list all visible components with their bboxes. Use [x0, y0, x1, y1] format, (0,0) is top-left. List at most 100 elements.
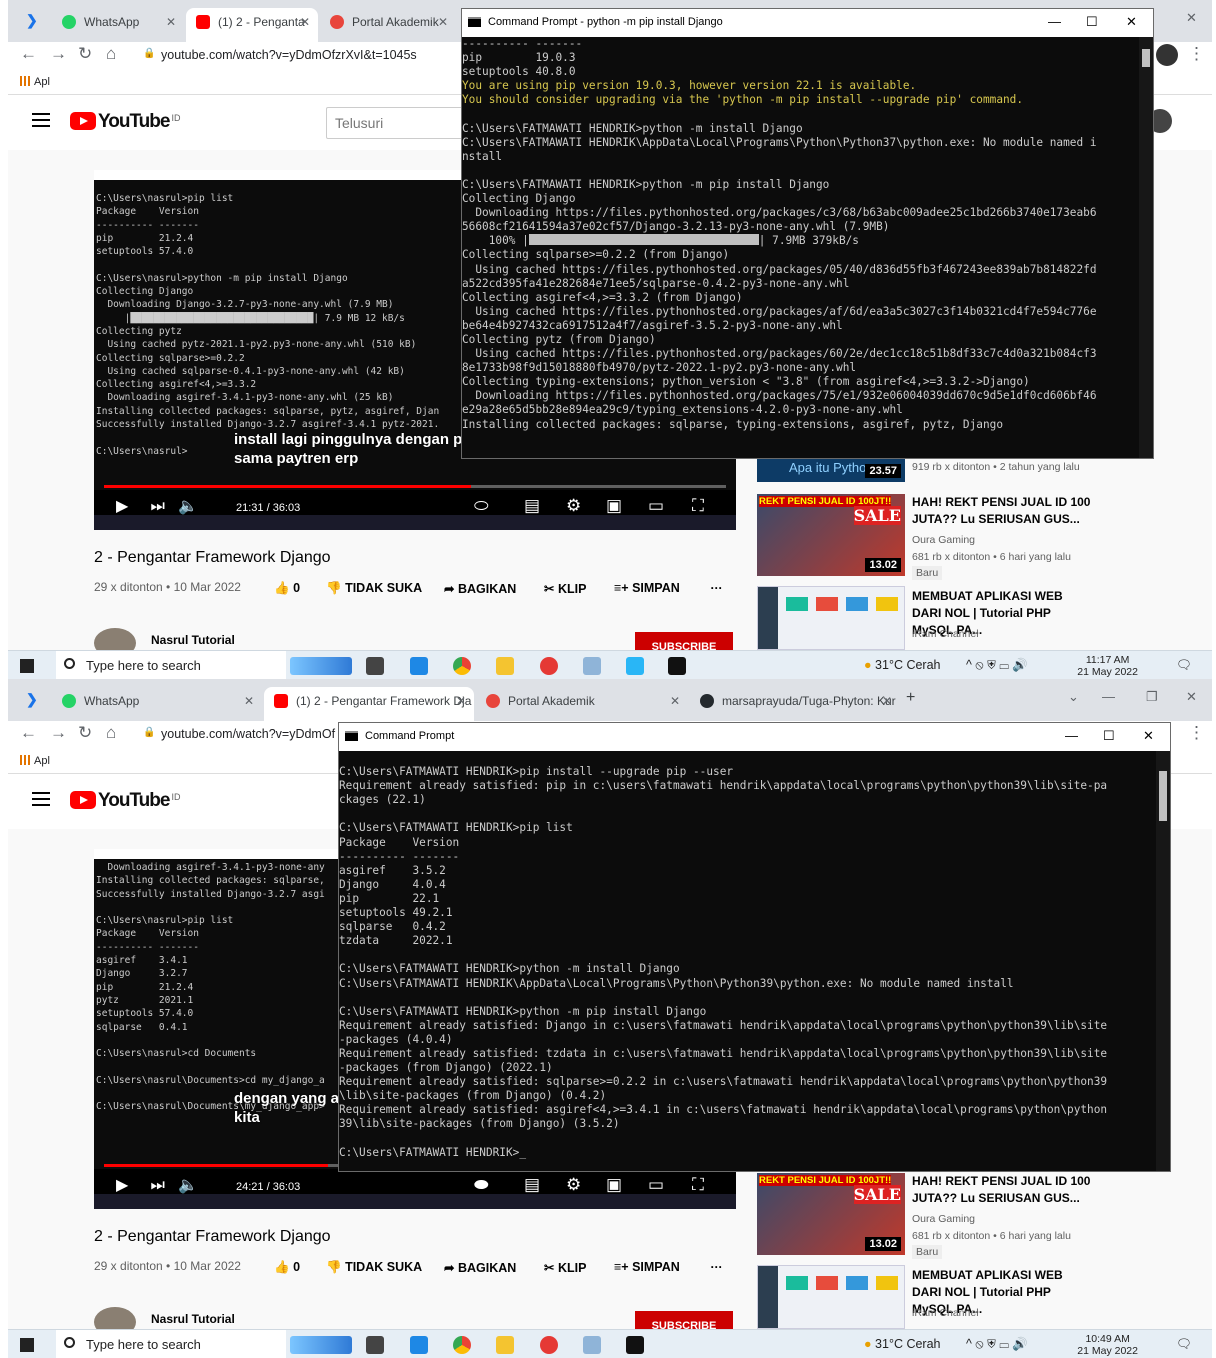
rec-thumbnail[interactable]: [757, 1265, 905, 1329]
clip-button[interactable]: ✂ KLIP: [544, 581, 586, 596]
notification-icon[interactable]: 🗨: [1176, 651, 1192, 679]
hamburger-menu-icon[interactable]: [32, 792, 50, 806]
save-button[interactable]: ≡+ SIMPAN: [614, 1260, 680, 1274]
captions-icon[interactable]: ▤: [524, 1175, 540, 1195]
youtube-logo[interactable]: YouTube ID: [70, 111, 180, 133]
scrollbar-thumb[interactable]: [1159, 771, 1167, 821]
command-prompt-window[interactable]: Command Prompt — ☐ ✕ C:\Users\FATMAWATI …: [338, 722, 1171, 1172]
taskbar-clock[interactable]: 10:49 AM 21 May 2022: [1077, 1333, 1138, 1357]
dislike-button[interactable]: 👎 TIDAK SUKA: [326, 581, 422, 596]
tab-portal[interactable]: Portal Akademik ✕: [320, 8, 456, 42]
reload-icon[interactable]: ↻: [78, 44, 92, 64]
autoplay-toggle[interactable]: ⬬: [474, 1175, 489, 1195]
tab-whatsapp[interactable]: WhatsApp ✕: [52, 8, 184, 42]
next-icon[interactable]: ⏭: [151, 498, 165, 515]
fullscreen-icon[interactable]: ⛶: [692, 1175, 704, 1195]
autoplay-toggle[interactable]: ⬭: [474, 496, 489, 516]
file-explorer-icon[interactable]: [496, 657, 514, 675]
taskbar-search[interactable]: Type here to search: [56, 651, 286, 679]
forward-icon[interactable]: →: [50, 723, 67, 743]
close-icon[interactable]: ✕: [1126, 9, 1137, 35]
minimize-icon[interactable]: —: [1048, 9, 1061, 35]
maximize-icon[interactable]: ☐: [1103, 723, 1115, 749]
tab-search-icon[interactable]: ❯: [26, 12, 38, 29]
miniplayer-icon[interactable]: ▣: [606, 1175, 622, 1195]
tab-youtube[interactable]: (1) 2 - Pengantar Framework Dja ✕: [264, 687, 474, 721]
cmd-scrollbar[interactable]: [1156, 751, 1170, 1171]
tab-youtube[interactable]: (1) 2 - Penganta ✕: [186, 8, 318, 42]
restore-icon[interactable]: ❐: [1146, 689, 1158, 705]
address-bar[interactable]: youtube.com/watch?v=yDdmOfzrXvI&t=1045s: [161, 43, 461, 67]
maximize-icon[interactable]: ☐: [1086, 9, 1098, 35]
notification-icon[interactable]: 🗨: [1176, 1330, 1192, 1358]
task-view-icon[interactable]: [366, 657, 384, 675]
cmd-scrollbar[interactable]: [1139, 37, 1153, 458]
video-progress-bar[interactable]: [104, 485, 726, 488]
tray-icons[interactable]: ^ ⦸ ⛨ ▭ 🔊: [966, 651, 1028, 679]
task-view-icon[interactable]: [366, 1336, 384, 1354]
menu-icon[interactable]: ⋮: [1188, 44, 1205, 64]
app-icon[interactable]: [583, 657, 601, 675]
scrollbar-thumb[interactable]: [1142, 49, 1150, 67]
settings-icon[interactable]: ⚙: [566, 496, 581, 516]
close-icon[interactable]: ✕: [244, 687, 254, 715]
cmd-taskbar-icon[interactable]: [668, 657, 686, 675]
clip-button[interactable]: ✂ KLIP: [544, 1260, 586, 1275]
rec-title[interactable]: HAH! REKT PENSI JUAL ID 100 JUTA?? Lu SE…: [912, 494, 1092, 528]
more-actions-icon[interactable]: …: [710, 1257, 723, 1271]
chrome-alt-icon[interactable]: [540, 657, 558, 675]
close-icon[interactable]: ✕: [1143, 723, 1154, 749]
rec-thumbnail[interactable]: REKT PENSI JUAL ID 100JT!! SALE 13.02: [757, 1173, 905, 1255]
close-icon[interactable]: ✕: [456, 687, 466, 715]
rec-title[interactable]: HAH! REKT PENSI JUAL ID 100 JUTA?? Lu SE…: [912, 1173, 1092, 1207]
reload-icon[interactable]: ↻: [78, 723, 92, 743]
taskbar-weather-widget[interactable]: [290, 1336, 352, 1354]
home-icon[interactable]: ⌂: [106, 44, 116, 64]
rec-thumbnail[interactable]: Apa itu Python 23.57: [757, 456, 905, 482]
rec-channel[interactable]: iRam Channel: [912, 628, 979, 640]
app-icon[interactable]: [626, 657, 644, 675]
home-icon[interactable]: ⌂: [106, 723, 116, 743]
dislike-button[interactable]: 👎 TIDAK SUKA: [326, 1260, 422, 1275]
tab-github[interactable]: marsaprayuda/Tuga-Phyton: Kur ✕: [690, 687, 900, 721]
profile-avatar[interactable]: [1156, 44, 1178, 66]
minimize-icon[interactable]: —: [1102, 689, 1115, 704]
weather-text[interactable]: ● 31°C Cerah: [864, 651, 941, 679]
file-explorer-icon[interactable]: [496, 1336, 514, 1354]
mail-icon[interactable]: [410, 657, 428, 675]
settings-icon[interactable]: ⚙: [566, 1175, 581, 1195]
taskbar-weather-widget[interactable]: [290, 657, 352, 675]
forward-icon[interactable]: →: [50, 44, 67, 64]
next-icon[interactable]: ⏭: [151, 1177, 165, 1194]
share-button[interactable]: ➦ BAGIKAN: [444, 581, 516, 596]
like-button[interactable]: 👍 0: [274, 1260, 300, 1275]
close-icon[interactable]: ✕: [300, 8, 310, 36]
tab-search-icon[interactable]: ❯: [26, 691, 38, 708]
mail-icon[interactable]: [410, 1336, 428, 1354]
like-button[interactable]: 👍 0: [274, 581, 300, 596]
miniplayer-icon[interactable]: ▣: [606, 496, 622, 516]
search-input[interactable]: Telusuri: [326, 107, 476, 139]
more-actions-icon[interactable]: …: [710, 578, 723, 592]
back-icon[interactable]: ←: [20, 723, 37, 743]
hamburger-menu-icon[interactable]: [32, 113, 50, 127]
menu-icon[interactable]: ⋮: [1188, 723, 1205, 743]
close-window-icon[interactable]: ✕: [1186, 689, 1197, 705]
volume-icon[interactable]: 🔈: [178, 1177, 198, 1194]
taskbar-search[interactable]: Type here to search: [56, 1330, 286, 1358]
share-button[interactable]: ➦ BAGIKAN: [444, 1260, 516, 1275]
chrome-icon[interactable]: [453, 1336, 471, 1354]
apps-icon[interactable]: [20, 755, 30, 765]
windows-start-icon[interactable]: [20, 659, 34, 673]
channel-name[interactable]: Nasrul Tutorial: [151, 1312, 235, 1326]
tray-icons[interactable]: ^ ⦸ ⛨ ▭ 🔊: [966, 1330, 1028, 1358]
rec-channel[interactable]: iRam Channel: [912, 1307, 979, 1319]
command-prompt-window[interactable]: Command Prompt - python -m pip install D…: [461, 8, 1154, 459]
windows-start-icon[interactable]: [20, 1338, 34, 1352]
weather-text[interactable]: ● 31°C Cerah: [864, 1330, 941, 1358]
chrome-icon[interactable]: [453, 657, 471, 675]
minimize-icon[interactable]: —: [1065, 723, 1078, 749]
rec-channel[interactable]: Oura Gaming: [912, 534, 975, 546]
apps-icon[interactable]: [20, 76, 30, 86]
close-icon[interactable]: ✕: [166, 8, 176, 36]
